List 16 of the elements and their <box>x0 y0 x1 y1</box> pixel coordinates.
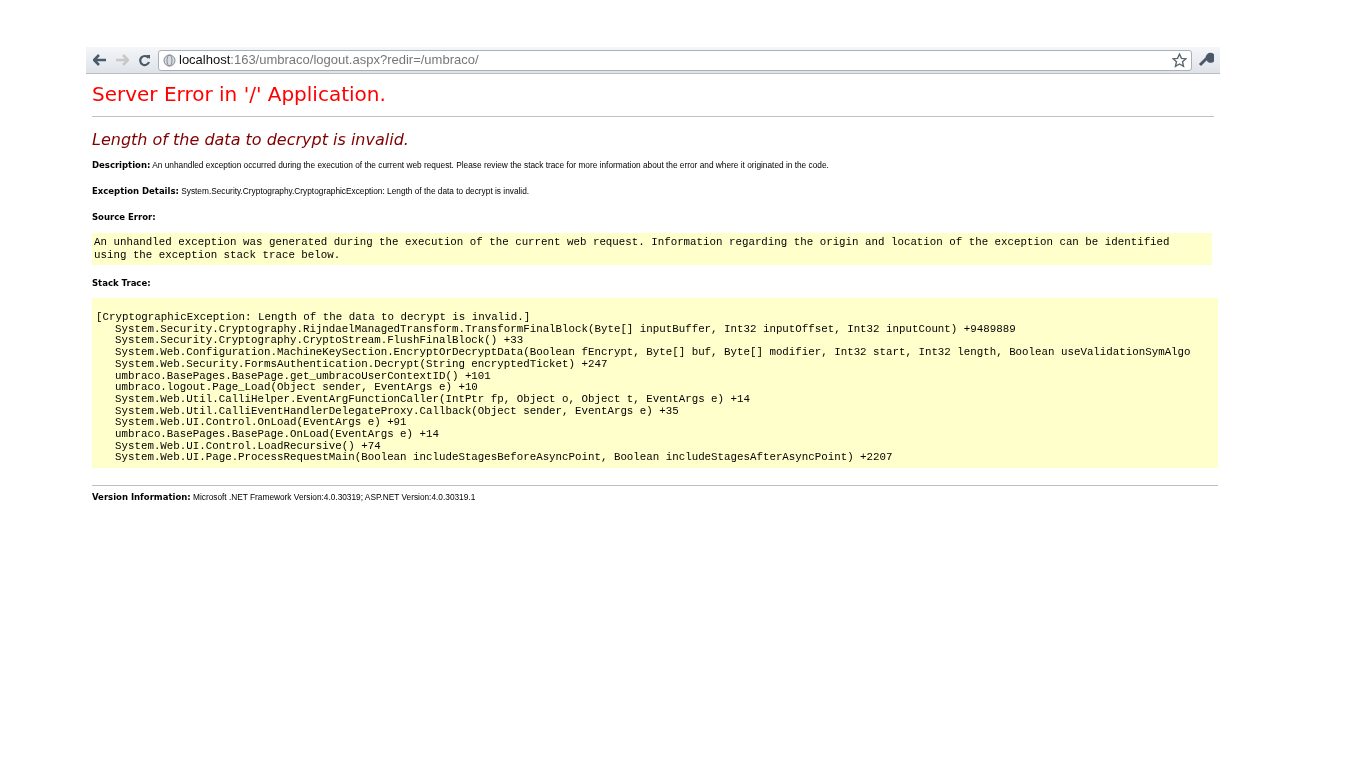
source-error-box: An unhandled exception was generated during the execution of the current web request. Information regarding the origin and location of the exception can be identified using the exception stack trace below. <box>92 233 1212 266</box>
exception-details: Exception Details: System.Security.Cryptography.CryptographicException: Length of the data to decrypt is invalid. <box>92 184 531 198</box>
error-description: Description: An unhandled exception occurred during the execution of the current web request. Please review the stack trace for more information about the error and where it originated in the code. <box>92 159 830 172</box>
back-button[interactable] <box>92 52 108 68</box>
globe-icon <box>163 53 176 67</box>
page-title: Server Error in '/' Application. <box>92 81 387 107</box>
reload-button[interactable] <box>136 52 152 68</box>
address-bar[interactable]: localhost:163/umbraco/logout.aspx?redir=/umbraco/ <box>158 49 1192 71</box>
stack-trace-box: [CryptographicException: Length of the data to decrypt is invalid.] System.Security.Cryptography.RijndaelManagedTransform.TransformFinalBlock(Byte[] inputBuffer, Int32 inputOffset, Int32 inputCount) +9489889 System.Security.Cryptography.CryptoStream.FlushFinalBlock() +33 System.Web.Configuration.MachineKeySection.EncryptOrDecryptData(Boolean fEncrypt, Byte[] buf, Byte[] modifier, Int32 start, Int32 length, Boolean useValidationSymAlgo System.Web.Security.FormsAuthentication.Decrypt(String encryptedTicket) +247 umbraco.BasePages.BasePage.get_umbracoUserContextID() +101 umbraco.logout.Page_Load(Object sender, EventArgs e) +10 System.Web.Util.CalliHelper.EventArgFunctionCaller(IntPtr fp, Object o, Object t, EventArgs e) +14 System.Web.Util.CalliEventHandlerDelegateProxy.Callback(Object sender, EventArgs e) +35 System.Web.UI.Control.OnLoad(EventArgs e) +91 umbraco.BasePages.BasePage.OnLoad(EventArgs e) +14 System.Web.UI.Control.LoadRecursive() +74 System.Web.UI.Page.ProcessRequestMain(Boolean includeStagesBeforeAsyncPoint, Boolean includeStagesAfterAsyncPoint) +2207 <box>92 298 1218 469</box>
section-label: Stack Trace: <box>92 277 152 290</box>
wrench-icon[interactable] <box>1198 52 1214 68</box>
section-label: Source Error: <box>92 210 157 224</box>
star-icon[interactable] <box>1172 52 1187 68</box>
error-heading: Length of the data to decrypt is invalid. <box>92 129 410 151</box>
url-text: localhost:163/umbraco/logout.aspx?redir=/umbraco/ <box>179 51 479 70</box>
version-information: Version Information: Microsoft .NET Framework Version:4.0.30319; ASP.NET Version:4.0.30319.1 <box>92 491 477 504</box>
